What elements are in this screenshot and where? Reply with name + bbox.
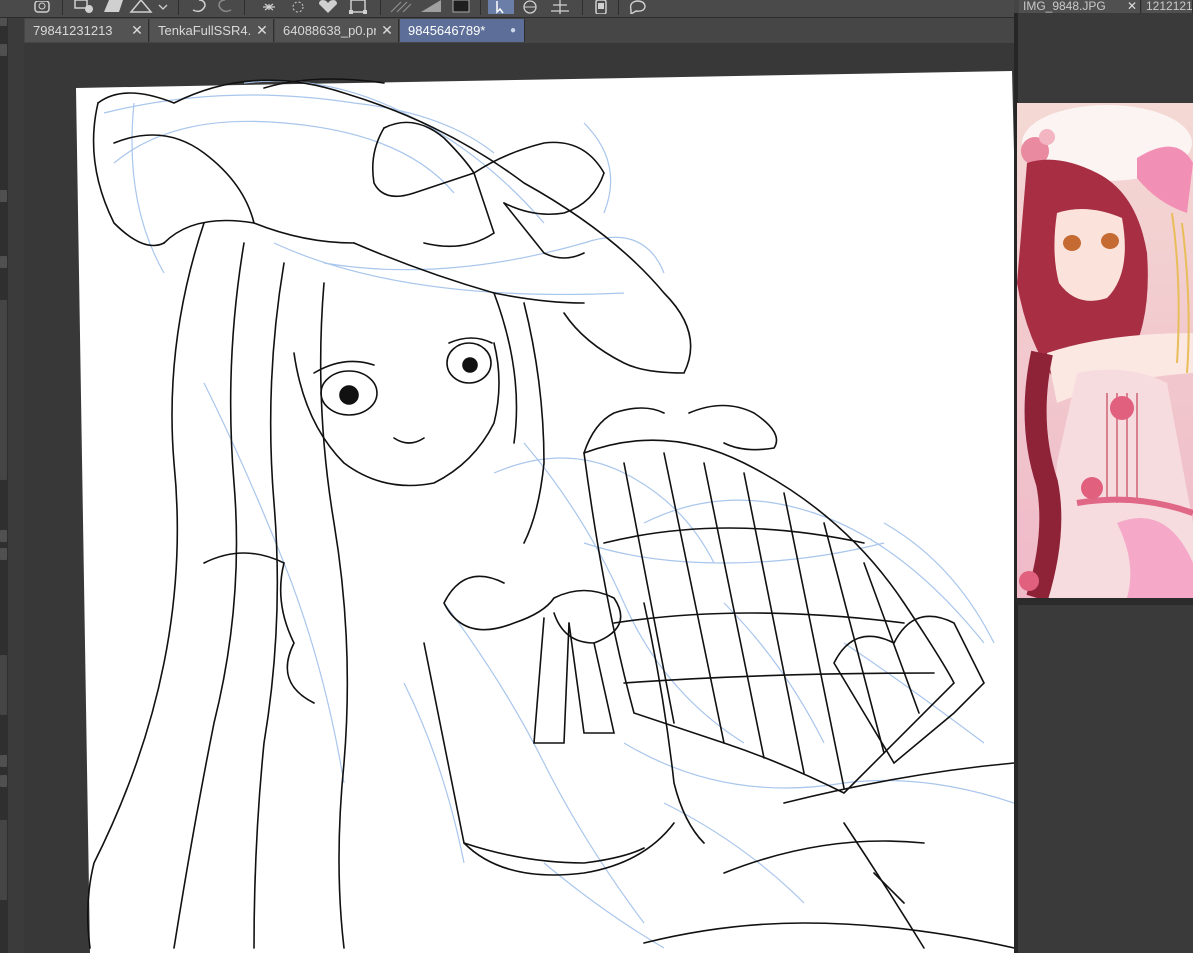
tab-tenkafullssr4[interactable]: TenkaFullSSR4.png ✕ bbox=[150, 19, 274, 42]
document-tab-bar: 79841231213 ✕ TenkaFullSSR4.png ✕ 640886… bbox=[24, 18, 1014, 43]
tab-1212121[interactable]: 1212121 bbox=[1142, 0, 1193, 13]
close-icon[interactable]: ✕ bbox=[126, 22, 148, 39]
circle-split-icon[interactable] bbox=[517, 0, 543, 14]
strip-tool-handle[interactable] bbox=[0, 548, 7, 560]
tab-label: 64088638_p0.png bbox=[283, 23, 376, 38]
reference-image-frame bbox=[1017, 103, 1193, 605]
unsaved-dot-icon[interactable]: ● bbox=[502, 25, 524, 36]
reference-image[interactable] bbox=[1017, 103, 1193, 605]
sub-view-panel: IMG_9848.JPG ✕ 1212121 bbox=[1014, 0, 1193, 953]
redo-icon[interactable] bbox=[214, 0, 236, 14]
paper-sheet bbox=[76, 71, 1014, 953]
tab-label: 79841231213 bbox=[33, 23, 113, 38]
left-tool-strip bbox=[0, 0, 8, 953]
tab-label: 1212121 bbox=[1146, 0, 1192, 13]
align-icon[interactable] bbox=[547, 0, 573, 14]
chat-icon[interactable] bbox=[626, 0, 650, 14]
tab-9845646789-active[interactable]: 9845646789* ● bbox=[400, 19, 525, 42]
phone-icon[interactable] bbox=[590, 0, 612, 14]
strip-tool-handle[interactable] bbox=[0, 44, 7, 56]
select-arrow-icon[interactable] bbox=[488, 0, 514, 14]
strip-tool-handle[interactable] bbox=[0, 755, 7, 767]
selection-dots-icon[interactable] bbox=[285, 0, 311, 14]
transform-icon[interactable] bbox=[345, 0, 371, 14]
tone-icon[interactable] bbox=[418, 0, 444, 14]
tab-label: 9845646789* bbox=[408, 23, 486, 38]
tab-79841231213[interactable]: 79841231213 ✕ bbox=[25, 19, 149, 42]
close-icon[interactable]: ✕ bbox=[1124, 0, 1140, 13]
strip-panel bbox=[0, 300, 7, 480]
hatch-icon[interactable] bbox=[388, 0, 414, 14]
undo-icon[interactable] bbox=[188, 0, 210, 14]
close-icon[interactable]: ✕ bbox=[376, 22, 398, 39]
shield-icon[interactable] bbox=[30, 0, 54, 14]
strip-tool-handle[interactable] bbox=[0, 256, 7, 268]
command-toolbar bbox=[0, 0, 1014, 18]
triangle-icon[interactable] bbox=[128, 0, 154, 14]
chevron-down-icon[interactable] bbox=[155, 0, 171, 14]
tab-img-9848[interactable]: IMG_9848.JPG ✕ bbox=[1019, 0, 1141, 13]
tab-64088638-p0[interactable]: 64088638_p0.png ✕ bbox=[275, 19, 399, 42]
drawing-canvas[interactable] bbox=[24, 43, 1014, 953]
strip-panel bbox=[0, 820, 7, 900]
heart-icon[interactable] bbox=[314, 0, 342, 14]
strip-tool-handle[interactable] bbox=[0, 530, 7, 542]
sparkle-icon[interactable] bbox=[256, 0, 282, 14]
strip-tool-handle[interactable] bbox=[0, 775, 7, 787]
subview-tab-bar: IMG_9848.JPG ✕ 1212121 bbox=[1014, 0, 1193, 13]
strip-panel bbox=[0, 655, 7, 715]
tab-label: IMG_9848.JPG bbox=[1023, 0, 1106, 13]
strip-tool-handle[interactable] bbox=[0, 190, 7, 202]
fill-icon[interactable] bbox=[448, 0, 474, 14]
canvas-workspace[interactable] bbox=[24, 43, 1014, 953]
add-layer-icon[interactable] bbox=[72, 0, 98, 14]
close-icon[interactable]: ✕ bbox=[251, 22, 273, 39]
bucket-icon[interactable] bbox=[100, 0, 126, 14]
tab-label: TenkaFullSSR4.png bbox=[158, 23, 251, 38]
